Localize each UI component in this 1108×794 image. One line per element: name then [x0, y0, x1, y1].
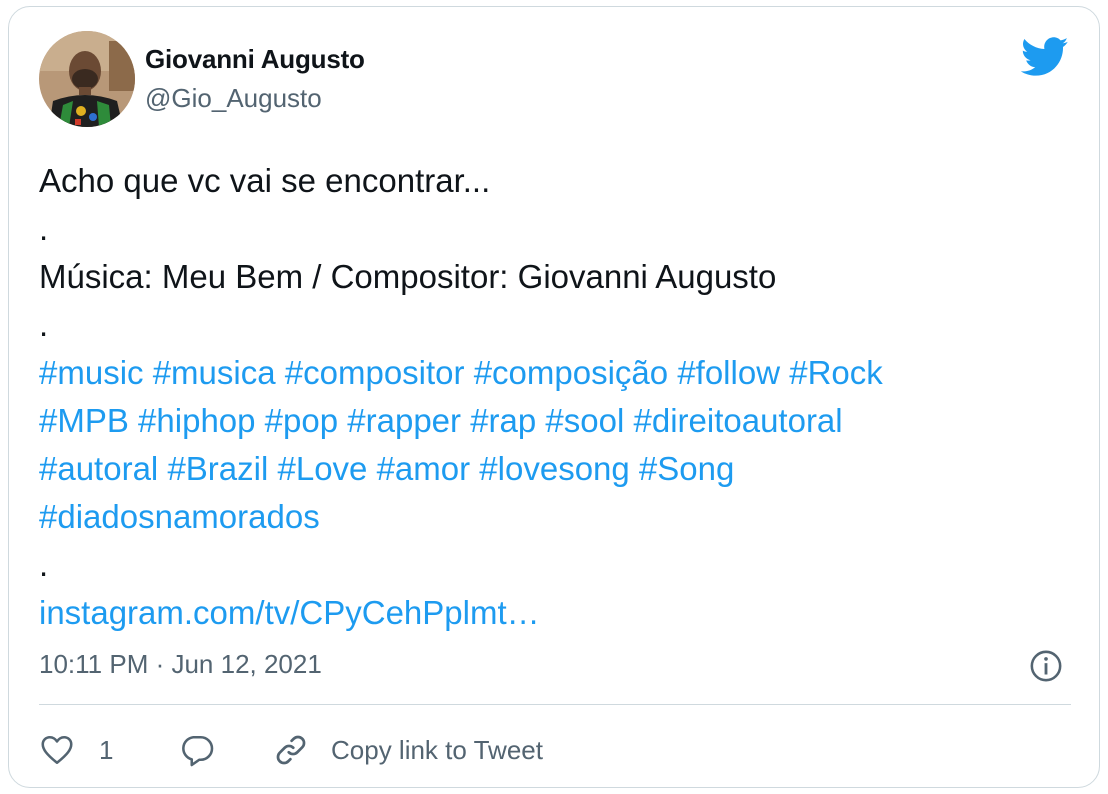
tweet-timestamp[interactable]: 10:11 PM · Jun 12, 2021 — [39, 649, 322, 680]
hashtag-link[interactable]: #rapper — [347, 402, 461, 439]
hashtag-link[interactable]: #sool — [545, 402, 624, 439]
tweet-line: Música: Meu Bem / Compositor: Giovanni A… — [39, 258, 777, 295]
hashtag-link[interactable]: #Brazil — [167, 450, 268, 487]
tweet-line: Acho que vc vai se encontrar... — [39, 162, 491, 199]
hashtag-link[interactable]: #music — [39, 354, 144, 391]
hashtag-link[interactable]: #composição — [474, 354, 668, 391]
hashtag-link[interactable]: #hiphop — [138, 402, 255, 439]
divider — [39, 704, 1071, 705]
hashtag-link[interactable]: #diadosnamorados — [39, 498, 320, 535]
avatar-image — [39, 31, 135, 127]
tweet-separator: . — [39, 546, 49, 583]
hashtag-link[interactable]: #Rock — [789, 354, 883, 391]
reply-button[interactable] — [179, 725, 215, 775]
hashtag-link[interactable]: #pop — [265, 402, 338, 439]
instagram-link[interactable]: instagram.com/tv/CPyCehPplmt… — [39, 589, 1079, 637]
copy-link-label: Copy link to Tweet — [331, 734, 543, 765]
avatar[interactable] — [39, 31, 135, 127]
tweet-separator: . — [39, 306, 49, 343]
hashtag-line: #diadosnamorados — [39, 493, 1079, 541]
hashtag-line: #music #musica #compositor #composição #… — [39, 349, 1079, 397]
hashtag-link[interactable]: #musica — [153, 354, 276, 391]
heart-icon — [41, 735, 73, 765]
link-icon — [276, 735, 306, 765]
hashtag-link[interactable]: #lovesong — [479, 450, 629, 487]
hashtag-link[interactable]: #rap — [470, 402, 536, 439]
hashtag-link[interactable]: #autoral — [39, 450, 158, 487]
hashtag-link[interactable]: #Song — [639, 450, 734, 487]
tweet-separator: . — [39, 210, 49, 247]
copy-link-button[interactable]: Copy link to Tweet — [273, 725, 543, 775]
author-handle[interactable]: @Gio_Augusto — [145, 83, 322, 114]
hashtag-line: #MPB #hiphop #pop #rapper #rap #sool #di… — [39, 397, 1079, 445]
author-name[interactable]: Giovanni Augusto — [145, 44, 365, 75]
info-icon[interactable] — [1029, 649, 1063, 683]
hashtag-link[interactable]: #Love — [277, 450, 367, 487]
like-button[interactable]: 1 — [39, 725, 113, 775]
hashtag-line: #autoral #Brazil #Love #amor #lovesong #… — [39, 445, 1079, 493]
hashtag-link[interactable]: #follow — [677, 354, 780, 391]
hashtag-link[interactable]: #MPB — [39, 402, 129, 439]
tweet-actions: 1 Copy link to Tweet — [39, 725, 1071, 775]
reply-icon — [182, 735, 214, 767]
twitter-bird-icon[interactable] — [1021, 37, 1069, 77]
hashtag-link[interactable]: #direitoautoral — [633, 402, 842, 439]
hashtag-link[interactable]: #compositor — [285, 354, 465, 391]
like-count: 1 — [99, 734, 114, 765]
tweet-card: Giovanni Augusto @Gio_Augusto Acho que v… — [8, 6, 1100, 788]
tweet-text: Acho que vc vai se encontrar... . Música… — [39, 157, 1079, 637]
hashtag-link[interactable]: #amor — [377, 450, 471, 487]
